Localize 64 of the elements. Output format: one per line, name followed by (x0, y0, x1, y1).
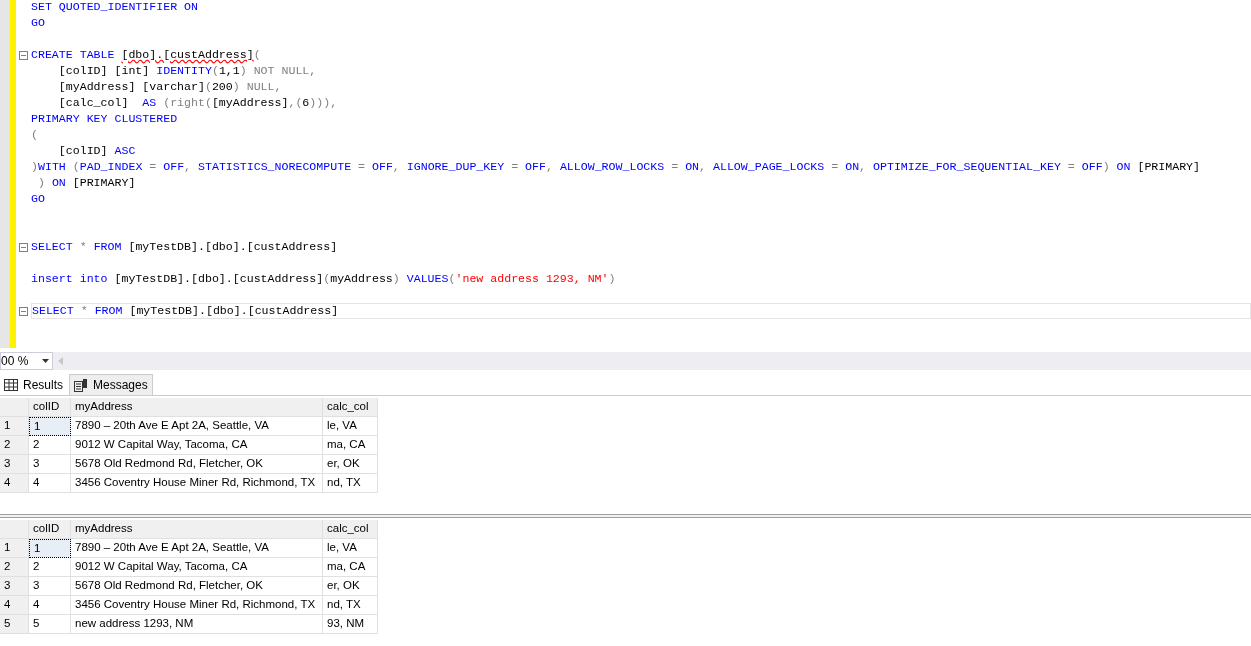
table-cell: er, OK (323, 577, 378, 596)
code-editor[interactable] (0, 0, 1251, 348)
table-cell: le, VA (323, 539, 378, 558)
row-number[interactable]: 2 (0, 436, 29, 455)
table-cell: 93, NM (323, 615, 378, 634)
table-cell: er, OK (323, 455, 378, 474)
code-line: GO (31, 15, 46, 31)
code-line: CREATE TABLE [dbo].[custAddress]( (31, 47, 262, 63)
table-cell: 2 (29, 436, 71, 455)
row-number[interactable]: 3 (0, 577, 29, 596)
code-line: SELECT * FROM [myTestDB].[dbo].[custAddress] (31, 239, 339, 255)
table-cell: 5 (29, 615, 71, 634)
code-line: insert into [myTestDB].[dbo].[custAddress](myAddress) VALUES('new address 1293, NM') (31, 271, 617, 287)
zoom-dropdown[interactable]: 00 % (0, 352, 53, 370)
column-header[interactable]: myAddress (71, 520, 323, 539)
table-cell: 7890 – 20th Ave E Apt 2A, Seattle, VA (71, 417, 323, 436)
code-line: ) ON [PRIMARY] (36, 175, 137, 191)
table-cell: ma, CA (323, 558, 378, 577)
row-number[interactable]: 1 (0, 417, 29, 436)
table-cell: 9012 W Capital Way, Tacoma, CA (71, 436, 323, 455)
document-icon (74, 378, 88, 392)
grid-icon (4, 378, 18, 391)
table-cell: ma, CA (323, 436, 378, 455)
table-cell: le, VA (323, 417, 378, 436)
row-number[interactable]: 3 (0, 455, 29, 474)
code-line: GO (31, 191, 46, 207)
table-cell: 1 (29, 417, 71, 436)
table-cell: 2 (29, 558, 71, 577)
row-number[interactable]: 4 (0, 596, 29, 615)
table-cell: 3 (29, 577, 71, 596)
column-header[interactable]: calc_col (323, 398, 378, 417)
table-cell: 3 (29, 455, 71, 474)
table-cell: 9012 W Capital Way, Tacoma, CA (71, 558, 323, 577)
table-cell: 4 (29, 596, 71, 615)
code-line: ( (31, 127, 39, 143)
code-line: [colID] [int] IDENTITY(1,1) NOT NULL, (57, 63, 318, 79)
collapse-icon[interactable] (19, 306, 28, 316)
table-cell: 5678 Old Redmond Rd, Fletcher, OK (71, 577, 323, 596)
code-line: [calc_col] AS (right([myAddress],(6))), (57, 95, 339, 111)
caret-icon (42, 359, 49, 363)
column-header[interactable]: calc_col (323, 520, 378, 539)
code-line: PRIMARY KEY CLUSTERED (31, 111, 179, 127)
table-cell: 3456 Coventry House Miner Rd, Richmond, TX (71, 474, 323, 493)
scroll-left-icon[interactable] (58, 357, 63, 365)
result-tab[interactable]: Messages (69, 374, 153, 395)
table-cell: 5678 Old Redmond Rd, Fletcher, OK (71, 455, 323, 474)
row-number[interactable]: 5 (0, 615, 29, 634)
row-number[interactable]: 4 (0, 474, 29, 493)
row-number[interactable]: 2 (0, 558, 29, 577)
table-cell: 4 (29, 474, 71, 493)
column-header[interactable]: myAddress (71, 398, 323, 417)
code-line: SET QUOTED_IDENTIFIER ON (31, 0, 199, 15)
table-cell: 7890 – 20th Ave E Apt 2A, Seattle, VA (71, 539, 323, 558)
collapse-icon[interactable] (19, 50, 28, 60)
code-line: [myAddress] [varchar](200) NULL, (57, 79, 283, 95)
code-line: [colID] ASC (57, 143, 137, 159)
table-cell: new address 1293, NM (71, 615, 323, 634)
table-cell: nd, TX (323, 596, 378, 615)
table-cell: 3456 Coventry House Miner Rd, Richmond, TX (71, 596, 323, 615)
table-cell: 1 (29, 539, 71, 558)
collapse-icon[interactable] (19, 242, 28, 252)
table-cell: nd, TX (323, 474, 378, 493)
row-number[interactable]: 1 (0, 539, 29, 558)
code-line: )WITH (PAD_INDEX = OFF, STATISTICS_NORECOMPUTE = OFF, IGNORE_DUP_KEY = OFF, ALLOW_ROW_LOCKS = ON, ALLOW_PAGE_LOCKS = ON, OPTIMIZE_FOR_SEQUENTIAL_KEY = OFF) ON [PRIMARY] (31, 159, 1202, 175)
